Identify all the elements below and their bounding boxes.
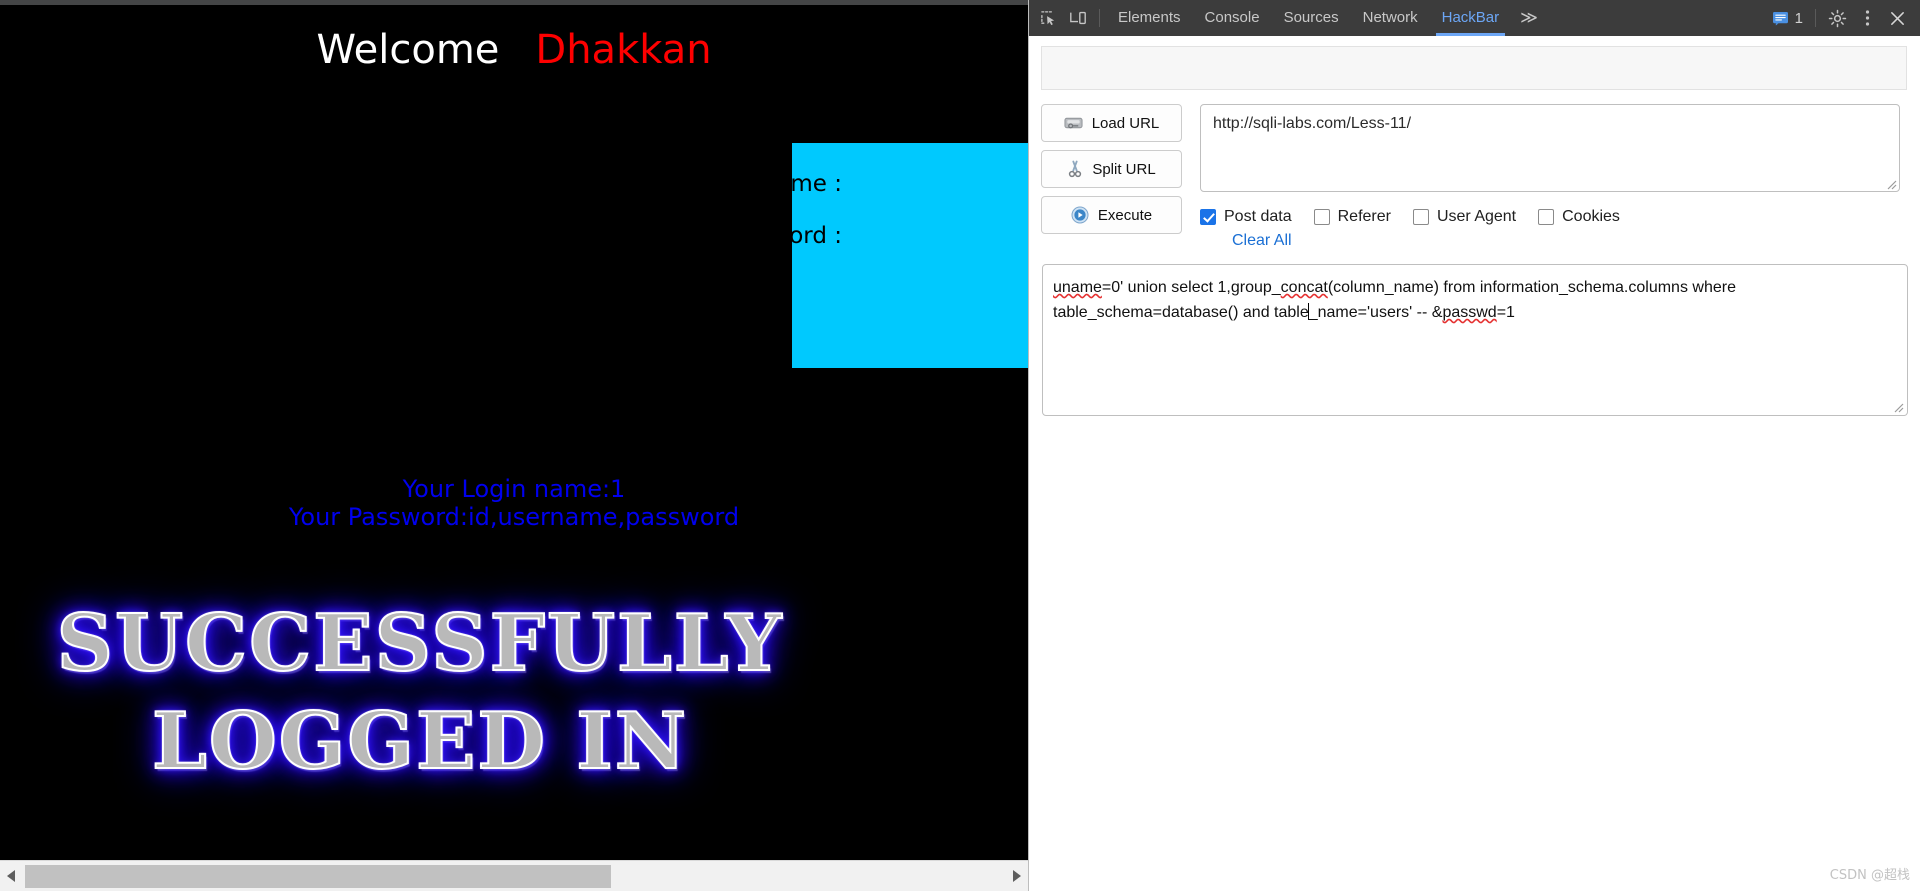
user-agent-label: User Agent [1436, 208, 1517, 225]
message-icon [1772, 11, 1788, 25]
load-url-icon [1064, 117, 1083, 129]
password-label: Password : [719, 223, 843, 249]
success-banner: SUCCESSFULLY LOGGED IN [40, 595, 800, 791]
watermark: CSDN @超栈 [1829, 868, 1910, 883]
tab-console[interactable]: Console [1193, 0, 1272, 36]
user-agent-checkbox[interactable]: User Agent [1412, 208, 1517, 226]
payload-seg-5: _name='users' -- & [1308, 304, 1443, 321]
payload-resize-grip-icon[interactable] [1890, 399, 1904, 413]
load-url-label: Load URL [1091, 114, 1160, 132]
cookies-label: Cookies [1562, 208, 1620, 225]
username-label: Username : [709, 171, 842, 197]
devtools-toolbar: Elements Console Sources Network HackBar… [1029, 0, 1920, 36]
toolbar-divider-2 [1815, 9, 1816, 27]
message-count: 1 [1794, 9, 1803, 27]
tab-sources[interactable]: Sources [1272, 0, 1351, 36]
injection-results: Your Login name:1 Your Password:id,usern… [0, 475, 1028, 531]
user-agent-checkbox-box[interactable] [1412, 209, 1429, 225]
hackbar-panel: Load URL Split URL Execute http://sqli-l… [1029, 36, 1920, 891]
device-toolbar-icon[interactable] [1063, 4, 1093, 32]
split-url-label: Split URL [1092, 160, 1156, 178]
page-content: Welcome Dhakkan Username : Password : You… [0, 5, 1028, 860]
devtools-toolbar-right: 1 [1766, 4, 1916, 32]
console-messages-indicator[interactable]: 1 [1766, 10, 1809, 27]
referer-label: Referer [1337, 208, 1391, 225]
scroll-right-arrow-icon[interactable] [1006, 861, 1028, 891]
url-input[interactable] [1200, 104, 1900, 192]
page-horizontal-scrollbar[interactable] [0, 860, 1028, 891]
cookies-checkbox-box[interactable] [1538, 209, 1555, 225]
welcome-username: Dhakkan [535, 27, 712, 73]
welcome-word: Welcome [316, 27, 500, 73]
hackbar-main-row: Load URL Split URL Execute http://sqli-l… [1041, 104, 1908, 416]
payload-seg-uname: uname [1053, 279, 1102, 296]
screenshot-root: Welcome Dhakkan Username : Password : You… [0, 0, 1920, 891]
clear-all-link[interactable]: Clear All [1232, 232, 1292, 250]
inspect-element-icon[interactable] [1033, 4, 1063, 32]
toolbar-divider [1099, 9, 1100, 27]
execute-label: Execute [1097, 206, 1153, 224]
hackbar-fields-column: Post data Referer User Agent Cookie [1042, 104, 1908, 416]
more-tabs-icon[interactable]: ≫ [1511, 0, 1547, 36]
payload-seg-2: =0' union select 1,group_ [1101, 279, 1281, 296]
post-data-input[interactable]: uname=0' union select 1,group_concat(col… [1042, 264, 1908, 416]
url-field-wrapper [1200, 104, 1900, 192]
post-data-checkbox[interactable]: Post data [1200, 208, 1292, 226]
result-password: Your Password:id,username,password [288, 503, 740, 531]
payload-field-wrapper: uname=0' union select 1,group_concat(col… [1042, 264, 1908, 416]
tab-network[interactable]: Network [1351, 0, 1430, 36]
result-login-name: Your Login name:1 [402, 475, 626, 503]
hackbar-options-row: Post data Referer User Agent Cookies [1200, 208, 1908, 226]
banner-line-1: SUCCESSFULLY [56, 597, 784, 690]
kebab-menu-icon[interactable] [1852, 4, 1882, 32]
scissors-icon [1069, 160, 1082, 178]
tab-hackbar[interactable]: HackBar [1430, 0, 1512, 36]
play-icon [1071, 206, 1089, 224]
post-data-checkbox-box[interactable] [1200, 209, 1216, 225]
hackbar-top-bar [1041, 46, 1907, 90]
scroll-left-arrow-icon[interactable] [0, 861, 22, 891]
url-resize-grip-icon[interactable] [1883, 176, 1897, 190]
login-form-box: Username : Password : [710, 143, 1028, 368]
load-url-button[interactable]: Load URL [1041, 104, 1182, 142]
payload-seg-concat: concat [1280, 279, 1328, 296]
execute-button[interactable]: Execute [1041, 196, 1182, 234]
banner-line-2: LOGGED IN [151, 695, 689, 788]
cookies-checkbox[interactable]: Cookies [1538, 208, 1620, 226]
devtools-pane: Elements Console Sources Network HackBar… [1028, 0, 1920, 891]
welcome-heading: Welcome Dhakkan [0, 27, 1028, 73]
referer-checkbox[interactable]: Referer [1313, 208, 1391, 226]
scrollbar-thumb[interactable] [25, 865, 611, 888]
referer-checkbox-box[interactable] [1313, 209, 1330, 225]
devtools-tab-list: Elements Console Sources Network HackBar… [1106, 0, 1547, 36]
split-url-button[interactable]: Split URL [1041, 150, 1182, 188]
close-icon[interactable] [1882, 4, 1912, 32]
gear-icon[interactable] [1822, 4, 1852, 32]
payload-seg-passwd: passwd [1442, 304, 1497, 321]
tab-elements[interactable]: Elements [1106, 0, 1193, 36]
payload-seg-7: =1 [1496, 304, 1515, 321]
post-data-label: Post data [1224, 208, 1292, 225]
browser-page-pane: Welcome Dhakkan Username : Password : You… [0, 0, 1028, 891]
